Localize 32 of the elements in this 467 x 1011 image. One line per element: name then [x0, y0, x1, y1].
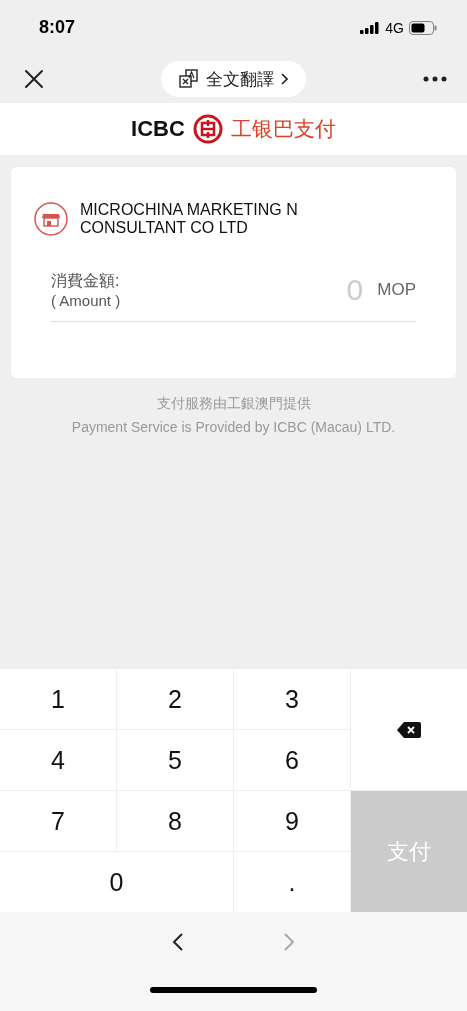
keypad-key[interactable]: 5: [117, 730, 233, 790]
backspace-button[interactable]: [351, 669, 467, 790]
bank-emblem-icon: [192, 114, 223, 144]
keypad-key[interactable]: 1: [0, 669, 116, 729]
network-label: 4G: [385, 19, 404, 36]
amount-sublabel: ( Amount ): [51, 292, 122, 309]
keypad-key[interactable]: 9: [234, 791, 350, 851]
translate-icon: [179, 69, 199, 89]
keypad-key[interactable]: 4: [0, 730, 116, 790]
translate-button[interactable]: 全文翻譯: [161, 61, 306, 97]
currency-label: MOP: [377, 280, 416, 300]
keypad-key[interactable]: 6: [234, 730, 350, 790]
provider-note: 支付服務由工銀澳門提供: [156, 395, 311, 413]
merchant-name: MICROCHINA MARKETING N CONSULTANT CO LTD: [80, 201, 299, 237]
more-button[interactable]: [421, 74, 449, 84]
keypad-key[interactable]: .: [234, 852, 350, 912]
status-time: 8:07: [39, 17, 76, 38]
keypad-key[interactable]: 7: [0, 791, 116, 851]
keypad-key[interactable]: 2: [117, 669, 233, 729]
store-icon: [34, 202, 68, 236]
amount-label: 消費金額:: [51, 271, 121, 291]
provider-note: Payment Service is Provided by ICBC (Macau) LTD.: [71, 419, 396, 435]
product-name: 工银巴支付: [230, 116, 336, 142]
chevron-icon: [281, 73, 288, 85]
battery-icon: [409, 20, 437, 35]
keypad-key[interactable]: 3: [234, 669, 350, 729]
keypad-key[interactable]: 8: [117, 791, 233, 851]
backspace-icon: [396, 720, 422, 739]
keypad-key[interactable]: 0: [0, 852, 233, 912]
brand-name: ICBC: [131, 116, 185, 142]
close-button[interactable]: [22, 67, 46, 91]
signal-icon: [360, 21, 381, 34]
